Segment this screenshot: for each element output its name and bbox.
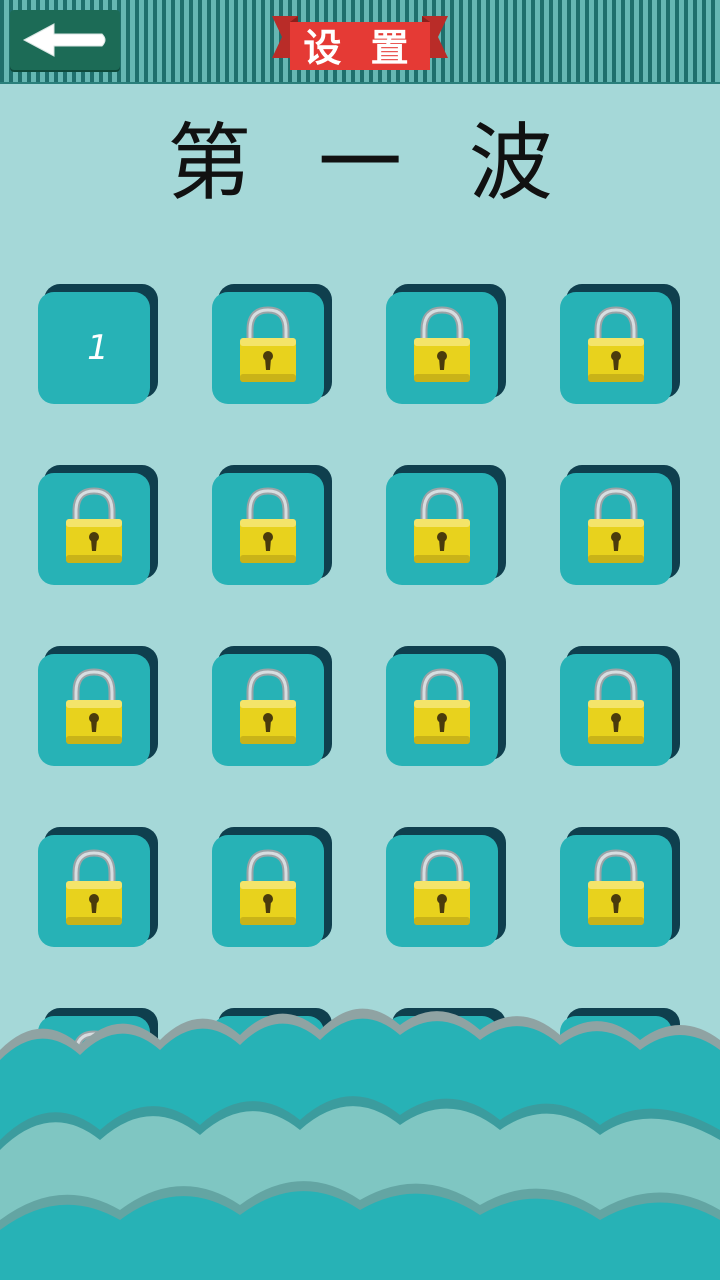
level-tile[interactable] [386,646,506,766]
padlock-icon [586,487,646,569]
level-tile[interactable] [560,465,680,585]
level-tile[interactable] [38,646,158,766]
padlock-icon [412,849,472,931]
level-tile[interactable] [560,827,680,947]
level-tile[interactable] [386,465,506,585]
level-tile[interactable] [38,827,158,947]
padlock-icon [64,849,124,931]
wave-decoration [0,1008,720,1280]
padlock-icon [412,668,472,750]
level-tile[interactable] [212,284,332,404]
arrow-left-icon [22,23,106,57]
level-tile[interactable] [38,465,158,585]
padlock-icon [412,487,472,569]
level-tile[interactable] [560,284,680,404]
padlock-icon [238,849,298,931]
level-number: 1 [87,328,109,368]
padlock-icon [586,668,646,750]
level-tile[interactable] [212,827,332,947]
level-tile[interactable]: 1 [38,284,158,404]
top-bar: 设 置 [0,0,720,84]
level-tile[interactable] [386,827,506,947]
padlock-icon [64,668,124,750]
back-button[interactable] [10,10,120,70]
wave-title: 第 一 波 [167,114,573,212]
level-tile[interactable] [560,646,680,766]
padlock-icon [412,306,472,388]
padlock-icon [586,306,646,388]
padlock-icon [238,306,298,388]
level-tile[interactable] [212,646,332,766]
padlock-icon [586,849,646,931]
settings-label: 设 置 [303,26,417,70]
settings-button[interactable]: 设 置 [272,14,448,74]
level-tile[interactable] [212,465,332,585]
level-tile[interactable] [386,284,506,404]
padlock-icon [64,487,124,569]
padlock-icon [238,487,298,569]
padlock-icon [238,668,298,750]
